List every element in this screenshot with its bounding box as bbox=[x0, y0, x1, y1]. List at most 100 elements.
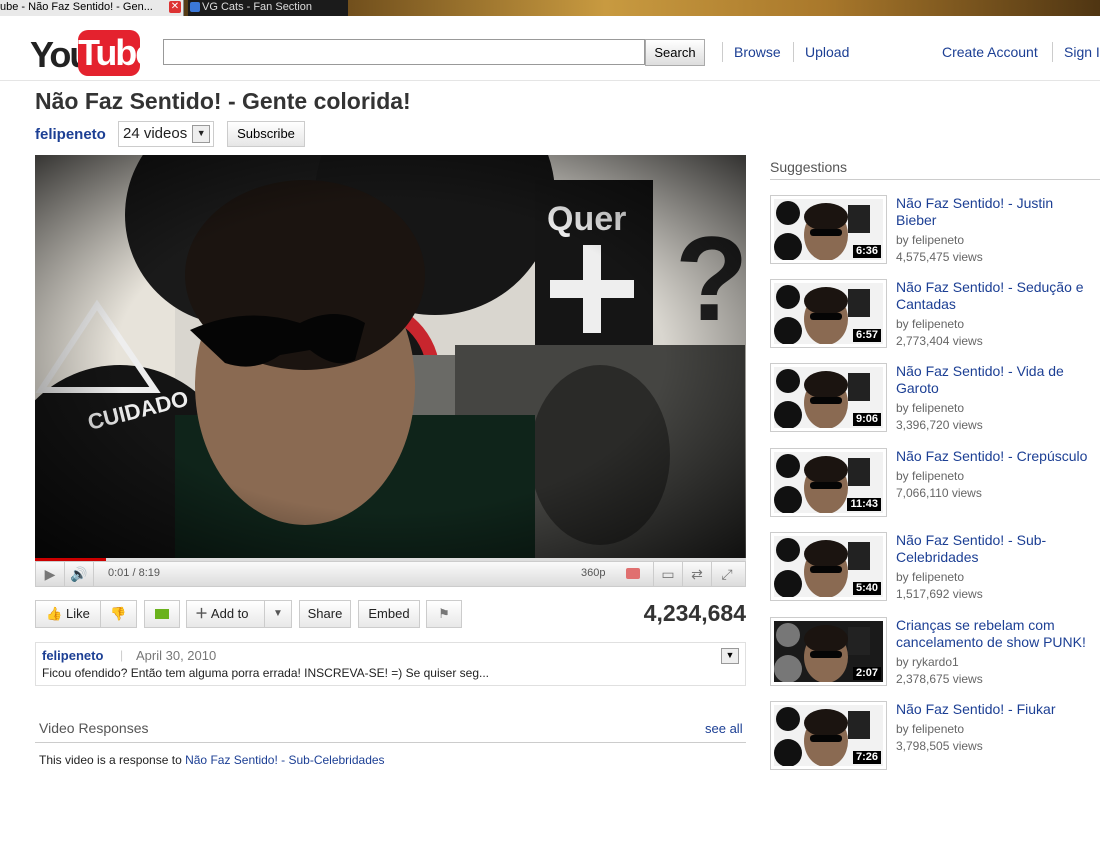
volume-icon[interactable]: 🔊 bbox=[65, 562, 94, 586]
sign-in-link[interactable]: Sign I bbox=[1064, 44, 1100, 60]
popout-icon[interactable]: ▭ bbox=[653, 562, 683, 586]
suggestion-views: 7,066,110 views bbox=[896, 486, 982, 500]
description-separator: | bbox=[120, 648, 124, 662]
suggestion-author: by felipeneto bbox=[896, 401, 965, 415]
play-icon[interactable]: ▶ bbox=[36, 562, 65, 586]
chevron-down-icon[interactable]: ▼ bbox=[264, 601, 291, 627]
description-author[interactable]: felipeneto bbox=[42, 648, 103, 663]
divider bbox=[793, 42, 794, 62]
search-input[interactable] bbox=[163, 39, 645, 65]
upload-date: April 30, 2010 bbox=[136, 648, 217, 663]
suggestion-title[interactable]: Crianças se rebelam com cancelamento de … bbox=[896, 617, 1096, 651]
like-label: Like bbox=[65, 606, 90, 621]
suggestion-item[interactable]: 11:43 Não Faz Sentido! - Crepúsculo by fel… bbox=[770, 448, 1100, 518]
browser-tab-strip: ube - Não Faz Sentido! - Gen... ✕ VG Cat… bbox=[0, 0, 1100, 16]
video-duration: 7:26 bbox=[852, 751, 881, 764]
suggestion-thumbnail[interactable]: 7:26 bbox=[770, 701, 887, 770]
tab-label: VG Cats - Fan Section bbox=[202, 1, 313, 13]
video-duration: 6:36 bbox=[852, 245, 881, 258]
view-count: 4,234,684 bbox=[643, 600, 746, 626]
flag-button[interactable]: ⚑ bbox=[426, 600, 462, 628]
suggestion-item[interactable]: 6:36 Não Faz Sentido! - Justin Bieber by f… bbox=[770, 195, 1100, 265]
suggestion-author: by felipeneto bbox=[896, 469, 965, 483]
divider bbox=[722, 42, 723, 62]
close-tab-icon[interactable]: ✕ bbox=[169, 1, 181, 13]
video-player[interactable]: CUIDADO Quer ? bbox=[35, 155, 746, 558]
search-button[interactable]: Search bbox=[645, 39, 705, 66]
suggestion-item[interactable]: 2:07 Crianças se rebelam com cancelamento… bbox=[770, 617, 1100, 687]
description-text: Ficou ofendido? Então tem alguma porra e… bbox=[42, 666, 489, 680]
videos-count-label: 24 videos bbox=[123, 125, 188, 142]
video-duration: 2:07 bbox=[852, 667, 881, 680]
upload-link[interactable]: Upload bbox=[805, 44, 849, 60]
suggestions-title: Suggestions bbox=[770, 159, 848, 175]
hd-icon bbox=[626, 568, 640, 579]
embed-button[interactable]: Embed bbox=[358, 600, 420, 628]
thumbs-up-icon: 👍 bbox=[46, 606, 63, 621]
browse-link[interactable]: Browse bbox=[734, 44, 781, 60]
plus-icon: ＋ bbox=[195, 606, 209, 621]
suggestion-thumbnail[interactable]: 6:36 bbox=[770, 195, 887, 264]
rating-bar-button[interactable] bbox=[144, 600, 180, 628]
time-readout: 0:01 / 8:19 bbox=[108, 567, 160, 579]
browser-tab[interactable]: VG Cats - Fan Section bbox=[188, 0, 348, 16]
like-button[interactable]: 👍 Like bbox=[35, 600, 101, 628]
video-duration: 9:06 bbox=[852, 413, 881, 426]
divider bbox=[35, 742, 746, 743]
suggestion-item[interactable]: 7:26 Não Faz Sentido! - Fiukar by felipene… bbox=[770, 701, 1100, 771]
suggestion-thumbnail[interactable]: 11:43 bbox=[770, 448, 887, 517]
chevron-down-icon[interactable]: ▼ bbox=[721, 648, 739, 664]
create-account-link[interactable]: Create Account bbox=[942, 44, 1038, 60]
channel-link[interactable]: felipeneto bbox=[35, 126, 106, 143]
suggestion-title[interactable]: Não Faz Sentido! - Sub-Celebridades bbox=[896, 532, 1096, 566]
browser-tab-active[interactable]: ube - Não Faz Sentido! - Gen... ✕ bbox=[0, 0, 184, 16]
suggestion-thumbnail[interactable]: 2:07 bbox=[770, 617, 887, 686]
suggestion-author: by felipeneto bbox=[896, 233, 965, 247]
video-title: Não Faz Sentido! - Gente colorida! bbox=[35, 88, 411, 114]
chevron-down-icon: ▼ bbox=[192, 125, 211, 143]
suggestion-views: 1,517,692 views bbox=[896, 587, 983, 601]
suggestion-title[interactable]: Não Faz Sentido! - Sedução e Cantadas bbox=[896, 279, 1096, 313]
suggestion-thumbnail[interactable]: 6:57 bbox=[770, 279, 887, 348]
suggestion-title[interactable]: Não Faz Sentido! - Vida de Garoto bbox=[896, 363, 1096, 397]
quality-selector[interactable]: 360p bbox=[581, 567, 605, 579]
description-box: felipeneto | April 30, 2010 Ficou ofendi… bbox=[35, 642, 746, 686]
fullscreen-icon[interactable]: ⤢ bbox=[713, 562, 741, 586]
response-text: This video is a response to bbox=[39, 753, 182, 767]
suggestion-views: 4,575,475 views bbox=[896, 250, 983, 264]
suggestion-author: by felipeneto bbox=[896, 722, 965, 736]
video-duration: 11:43 bbox=[847, 498, 881, 511]
header-divider bbox=[0, 80, 1100, 81]
thumbs-down-icon: 👎 bbox=[110, 606, 127, 621]
youtube-logo[interactable]: You Tube bbox=[30, 30, 155, 76]
suggestion-thumbnail[interactable]: 9:06 bbox=[770, 363, 887, 432]
suggestion-author: by rykardo1 bbox=[896, 655, 959, 669]
rating-icon bbox=[155, 609, 169, 619]
response-video-link[interactable]: Não Faz Sentido! - Sub-Celebridades bbox=[185, 753, 384, 767]
player-controls: ▶ 🔊 0:01 / 8:19 360p ▭ ⇄ ⤢ bbox=[35, 561, 746, 587]
dislike-button[interactable]: 👎 bbox=[100, 600, 137, 628]
suggestion-views: 3,396,720 views bbox=[896, 418, 983, 432]
share-button[interactable]: Share bbox=[299, 600, 351, 628]
suggestion-item[interactable]: 5:40 Não Faz Sentido! - Sub-Celebridades b… bbox=[770, 532, 1100, 602]
suggestion-views: 3,798,505 views bbox=[896, 739, 983, 753]
divider bbox=[770, 179, 1100, 180]
suggestion-author: by felipeneto bbox=[896, 570, 965, 584]
suggestion-title[interactable]: Não Faz Sentido! - Fiukar bbox=[896, 701, 1096, 718]
add-to-button[interactable]: ＋ Add to ▼ bbox=[186, 600, 292, 628]
suggestion-title[interactable]: Não Faz Sentido! - Justin Bieber bbox=[896, 195, 1096, 229]
subscribe-button[interactable]: Subscribe bbox=[227, 121, 305, 147]
suggestion-views: 2,773,404 views bbox=[896, 334, 983, 348]
tab-label: ube - Não Faz Sentido! - Gen... bbox=[0, 1, 153, 13]
divider bbox=[1052, 42, 1053, 62]
expand-icon[interactable]: ⇄ bbox=[683, 562, 712, 586]
video-responses-title: Video Responses bbox=[39, 720, 149, 736]
see-all-link[interactable]: see all bbox=[705, 721, 743, 736]
logo-tube: Tube bbox=[78, 30, 155, 76]
suggestion-item[interactable]: 9:06 Não Faz Sentido! - Vida de Garoto by … bbox=[770, 363, 1100, 433]
suggestion-item[interactable]: 6:57 Não Faz Sentido! - Sedução e Cantada… bbox=[770, 279, 1100, 349]
site-favicon-icon bbox=[190, 2, 200, 12]
channel-videos-dropdown[interactable]: 24 videos ▼ bbox=[118, 121, 215, 147]
suggestion-thumbnail[interactable]: 5:40 bbox=[770, 532, 887, 601]
suggestion-title[interactable]: Não Faz Sentido! - Crepúsculo bbox=[896, 448, 1096, 465]
